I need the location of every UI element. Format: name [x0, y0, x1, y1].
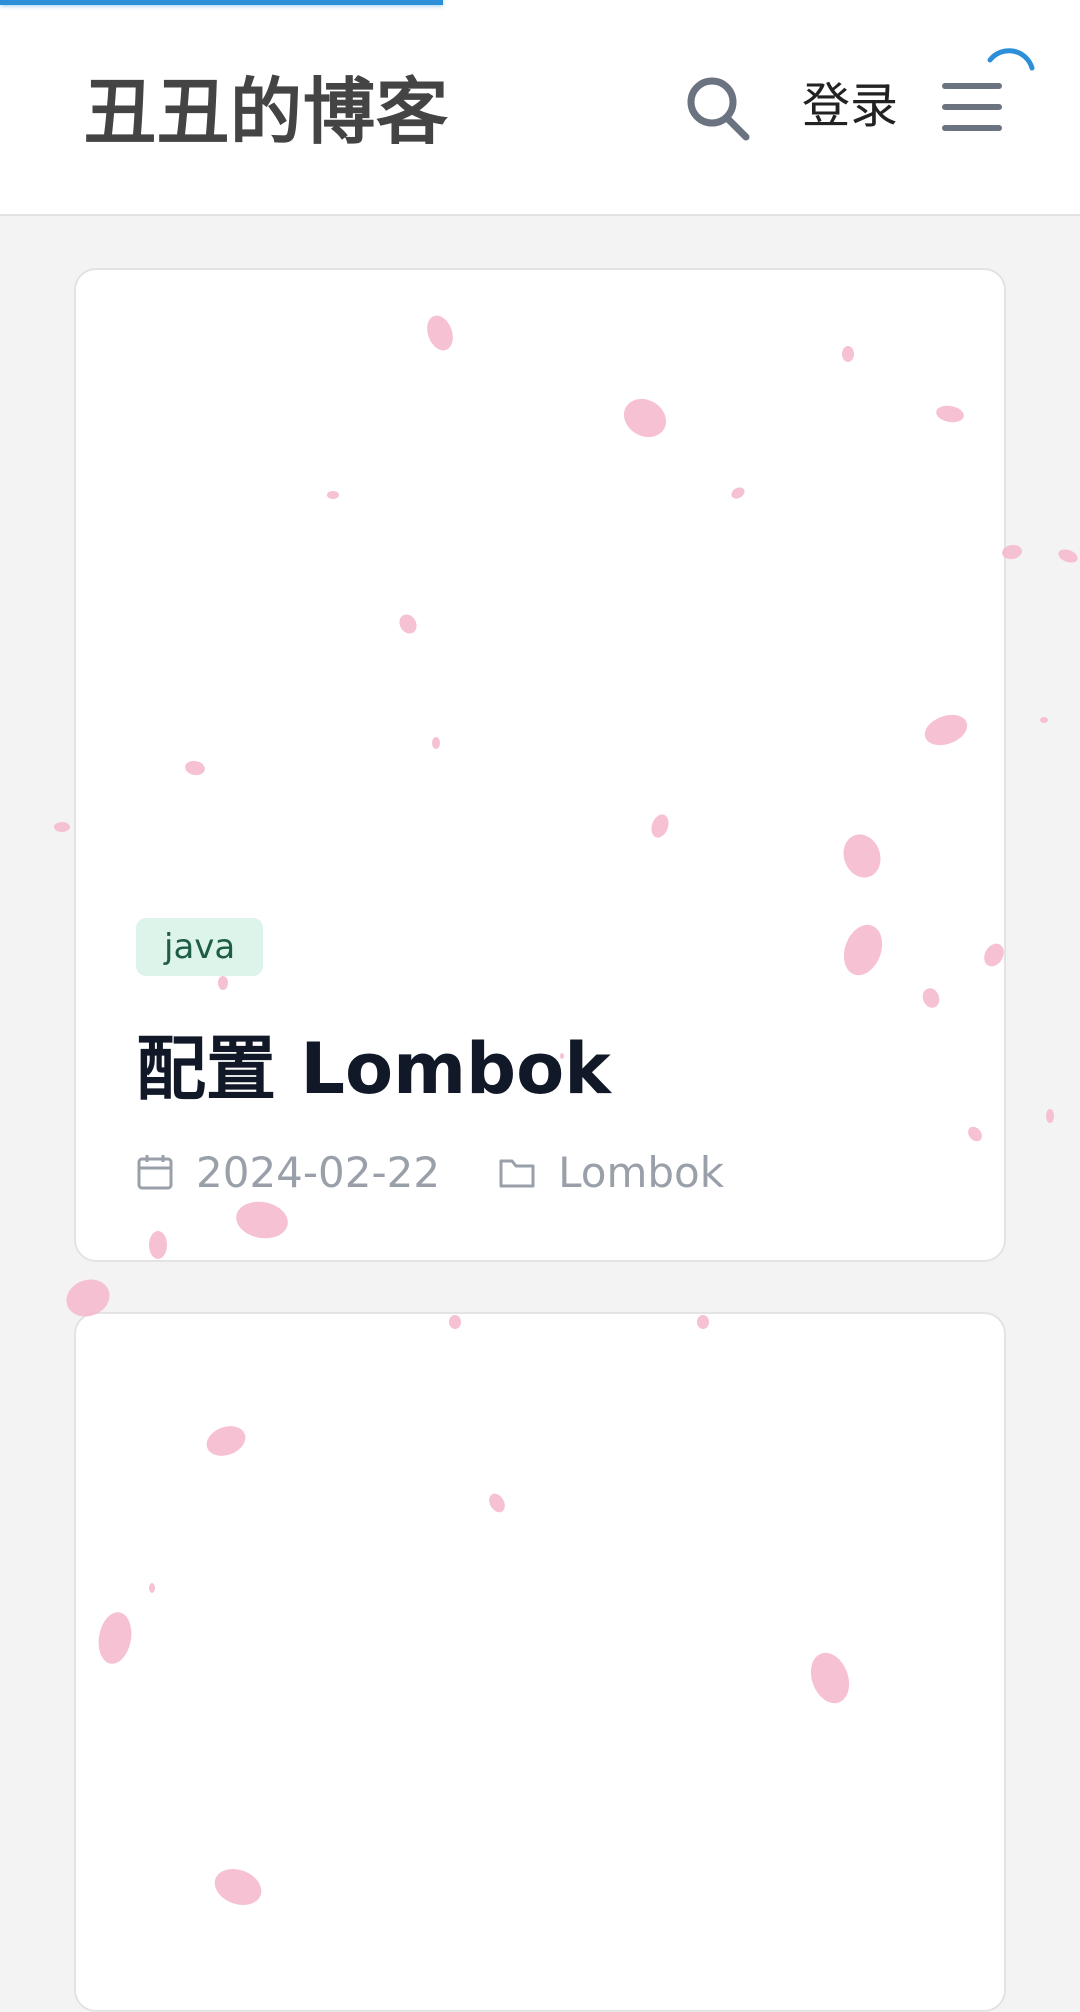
petal-8 — [1040, 717, 1048, 723]
post-tag[interactable]: java — [136, 918, 264, 976]
login-link[interactable]: 登录 — [802, 76, 898, 136]
page-load-progress-bar — [0, 0, 443, 5]
site-header: 丑丑的博客 登录 — [0, 0, 1080, 216]
post-card[interactable] — [74, 1312, 1006, 2012]
search-button[interactable] — [684, 74, 754, 144]
post-date: 2024-02-22 — [196, 1147, 441, 1197]
post-card[interactable]: java 配置 Lombok 2024-02-22 Lombok — [74, 268, 1006, 1262]
petal-12 — [54, 822, 70, 832]
petal-19 — [1046, 1109, 1054, 1123]
post-title[interactable]: 配置 Lombok — [136, 1024, 611, 1114]
post-meta: 2024-02-22 Lombok — [136, 1142, 724, 1202]
loading-spinner-icon — [987, 48, 1035, 71]
post-category[interactable]: Lombok — [558, 1148, 724, 1197]
search-icon — [687, 77, 750, 141]
folder-icon — [499, 1159, 535, 1188]
site-title[interactable]: 丑丑的博客 — [84, 70, 449, 154]
petal-21 — [1058, 549, 1078, 563]
calendar-icon — [137, 1155, 173, 1190]
